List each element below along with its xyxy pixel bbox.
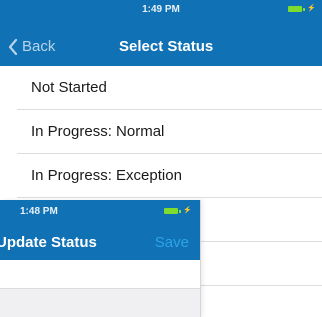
status-option-in-progress-exception[interactable]: In Progress: Exception [17, 154, 322, 198]
page-title: Select Status [119, 38, 214, 55]
navigation-bar: 1:48 PM ⚡ Update Status Save [0, 200, 200, 260]
status-option-not-started[interactable]: Not Started [17, 66, 322, 110]
list-item[interactable] [0, 260, 200, 289]
status-option-label: In Progress: Normal [31, 123, 165, 140]
status-option-label: In Progress: Exception [31, 167, 182, 184]
back-button[interactable]: Back [8, 38, 55, 55]
battery-charging-icon: ⚡ [288, 5, 316, 12]
status-bar-time: 1:48 PM [20, 206, 58, 217]
status-option-in-progress-normal[interactable]: In Progress: Normal [17, 110, 322, 154]
navigation-bar: 1:49 PM ⚡ Back Select Status [0, 0, 322, 66]
update-status-screen: 1:48 PM ⚡ Update Status Save [0, 200, 201, 317]
status-bar-time: 1:49 PM [142, 4, 180, 15]
back-button-label: Back [22, 38, 56, 55]
save-button[interactable]: Save [155, 234, 189, 251]
chevron-left-icon [8, 38, 18, 55]
battery-charging-icon: ⚡ [164, 207, 192, 214]
page-title: Update Status [0, 234, 97, 251]
status-option-label: Not Started [31, 79, 107, 96]
